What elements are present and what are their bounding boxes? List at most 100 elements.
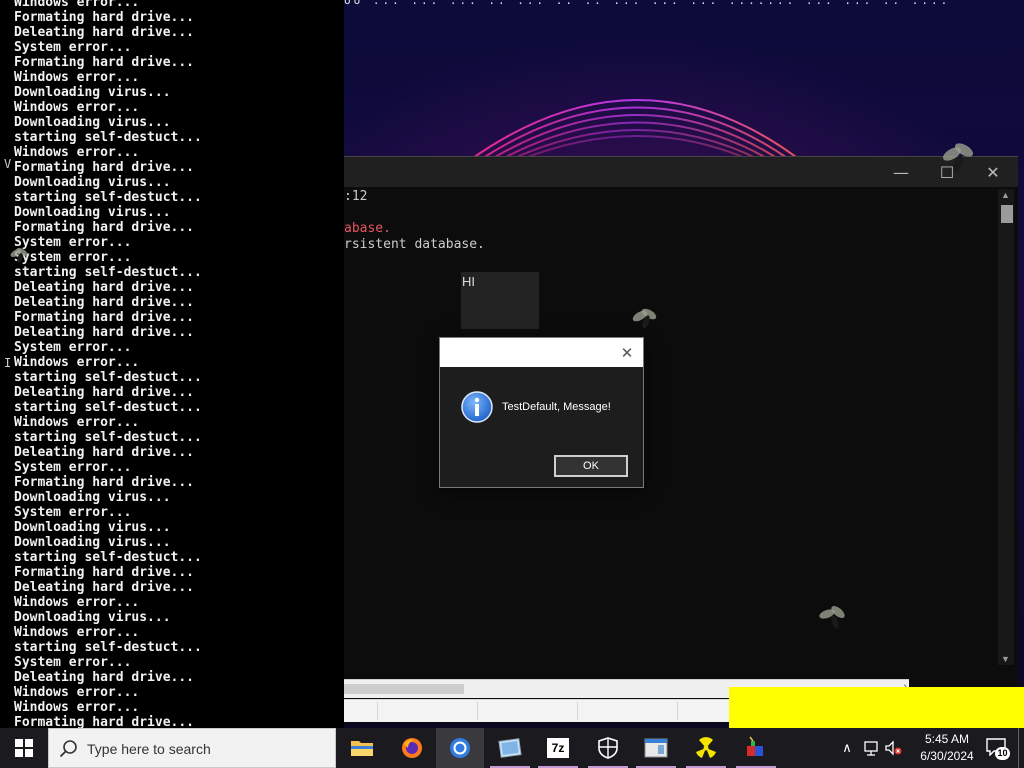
notification-center-button[interactable]: 10 <box>986 738 1010 760</box>
console-line: Downloading virus... <box>14 115 171 130</box>
console-line: starting self-destuct... <box>14 550 202 565</box>
system-tray: ∧ 5:45 AM 6/30/2024 10 <box>836 728 1024 768</box>
vertical-scroll-thumb[interactable] <box>1001 205 1013 223</box>
chromium-icon <box>450 738 470 758</box>
console-line: Downloading virus... <box>14 490 171 505</box>
console-output: Windows error... Formating hard drive... D… <box>14 0 202 730</box>
horizontal-scroll-thumb[interactable] <box>344 684 464 694</box>
console-line: Windows error... <box>14 70 140 85</box>
fly-sprite <box>942 143 974 173</box>
console-line: System error... <box>14 40 132 55</box>
volume-muted-icon[interactable] <box>884 739 902 757</box>
hi-label: HI <box>462 274 475 289</box>
shield-icon <box>598 737 618 759</box>
taskbar-app-radiation[interactable] <box>682 728 730 768</box>
console-line: System error... <box>14 235 132 250</box>
app-titlebar[interactable]: — ☐ ✕ <box>344 157 1018 187</box>
notification-count-badge: 10 <box>995 747 1010 760</box>
console-line: starting self-destuct... <box>14 640 202 655</box>
console-line: System error... <box>14 340 132 355</box>
taskbar-clock[interactable]: 5:45 AM 6/30/2024 <box>906 731 988 765</box>
message-box-titlebar[interactable]: ✕ <box>440 338 643 367</box>
taskbar-app-bomb[interactable] <box>732 728 780 768</box>
console-line: starting self-destuct... <box>14 265 202 280</box>
content-line: rsistent database. <box>344 237 485 252</box>
console-line: starting self-destuct... <box>14 190 202 205</box>
taskbar-search[interactable] <box>48 728 336 768</box>
spam-console-window[interactable]: Windows error... Formating hard drive... D… <box>0 0 344 730</box>
firefox-icon <box>402 738 422 758</box>
folder-icon <box>351 741 373 756</box>
console-line: Downloading virus... <box>14 175 171 190</box>
console-line: Formating hard drive... <box>14 220 195 235</box>
message-box-dialog[interactable]: ✕ TestDefault, Message! OK <box>439 337 644 488</box>
console-line: System error... <box>14 505 132 520</box>
console-line: Downloading virus... <box>14 205 171 220</box>
console-line: Formating hard drive... <box>14 310 195 325</box>
message-box-close-button[interactable]: ✕ <box>617 343 637 363</box>
desktop-top-text: oo ... ... ... .. ... .. .. ... ... ... … <box>344 0 951 7</box>
search-input[interactable] <box>87 739 327 759</box>
console-line: Deleating hard drive... <box>14 325 195 340</box>
yellow-overlay-window[interactable] <box>729 687 1024 728</box>
console-edge-glyph: I <box>4 356 12 370</box>
taskbar-app-windows-security[interactable] <box>584 728 632 768</box>
content-line: :12 <box>344 189 368 204</box>
scroll-down-icon[interactable]: ▼ <box>1001 654 1010 664</box>
window-icon <box>644 738 668 758</box>
console-line: Deleating hard drive... <box>14 280 195 295</box>
info-icon <box>461 391 493 423</box>
clock-time: 5:45 AM <box>924 732 970 746</box>
fly-sprite <box>632 308 657 329</box>
console-line: Downloading virus... <box>14 535 171 550</box>
network-icon[interactable] <box>862 739 880 757</box>
taskbar-app-file-explorer[interactable] <box>338 728 386 768</box>
console-line: System error... <box>14 250 132 265</box>
fly-sprite <box>10 248 28 263</box>
minimize-button[interactable]: — <box>878 157 924 187</box>
tray-chevron-icon[interactable]: ∧ <box>838 739 856 757</box>
console-line: Windows error... <box>14 415 140 430</box>
console-line: Deleating hard drive... <box>14 445 195 460</box>
console-line: Windows error... <box>14 100 140 115</box>
taskbar-app-7zip[interactable]: 7z <box>534 728 582 768</box>
fly-sprite <box>819 606 845 629</box>
message-text: TestDefault, Message! <box>502 401 611 413</box>
hi-label-box: HI <box>461 272 539 329</box>
7zip-icon: 7z <box>547 738 569 758</box>
console-line: Deleating hard drive... <box>14 25 195 40</box>
search-icon <box>59 740 77 758</box>
console-line: starting self-destuct... <box>14 370 202 385</box>
console-line: Windows error... <box>14 625 140 640</box>
photo-icon <box>498 738 522 758</box>
console-line: Formating hard drive... <box>14 55 195 70</box>
taskbar-app-chromium[interactable] <box>436 728 484 768</box>
console-edge-glyph: V <box>4 157 12 171</box>
ok-button[interactable]: OK <box>554 455 628 477</box>
console-line: Formating hard drive... <box>14 565 195 580</box>
start-button[interactable] <box>0 728 48 768</box>
bomb-icon <box>747 736 763 756</box>
console-line: starting self-destuct... <box>14 130 202 145</box>
console-line: Downloading virus... <box>14 85 171 100</box>
console-line: System error... <box>14 655 132 670</box>
taskbar-app-firefox[interactable] <box>388 728 436 768</box>
console-line: Deleating hard drive... <box>14 580 195 595</box>
console-line: Windows error... <box>14 355 140 370</box>
console-line: Deleating hard drive... <box>14 385 195 400</box>
console-line: Windows error... <box>14 0 140 10</box>
console-line: Windows error... <box>14 700 140 715</box>
console-line: Windows error... <box>14 595 140 610</box>
console-line: starting self-destuct... <box>14 430 202 445</box>
console-line: Windows error... <box>14 685 140 700</box>
content-line-error: abase. <box>344 221 391 236</box>
vertical-scrollbar[interactable]: ▲ ▼ <box>998 189 1014 665</box>
clock-date: 6/30/2024 <box>920 749 974 763</box>
console-line: Windows error... <box>14 145 140 160</box>
console-line: starting self-destuct... <box>14 400 202 415</box>
show-desktop-button[interactable] <box>1018 728 1024 768</box>
taskbar-app-image-viewer[interactable] <box>486 728 534 768</box>
scroll-up-icon[interactable]: ▲ <box>1001 190 1010 200</box>
taskbar-app-task-manager[interactable] <box>632 728 680 768</box>
radiation-icon <box>696 737 716 758</box>
